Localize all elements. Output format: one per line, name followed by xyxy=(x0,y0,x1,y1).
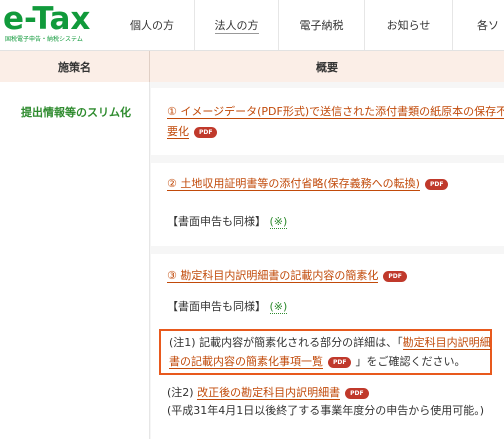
note2-line-2: (平成31年4月1日以後終了する事業年度分の申告から使用可能。) xyxy=(167,402,484,419)
asterisk-link[interactable]: (※) xyxy=(269,300,288,314)
nav-individual[interactable]: 個人の方 xyxy=(110,0,194,50)
measure-name-cell: 提出情報等のスリム化 xyxy=(0,82,150,439)
highlight-box: (注1) 記載内容が簡素化される部分の詳細は、「勘定科目内訳明細 書の記載内容の… xyxy=(159,329,492,375)
nav-label: 各ソ xyxy=(477,19,499,32)
note1-line-1: (注1) 記載内容が簡素化される部分の詳細は、「勘定科目内訳明細 xyxy=(169,334,491,351)
note1-line-2: 書の記載内容の簡素化事項一覧 PDF 」をご確認ください。 xyxy=(169,353,465,370)
overview-item-2: ② 土地収用証明書等の添付省略(保存義務への転換) PDF 【書面申告も同様】 (… xyxy=(151,163,504,246)
etax-logo[interactable]: e-Tax 国税電子申告・納税システム xyxy=(3,1,113,47)
simplification-list-link-cont[interactable]: 書の記載内容の簡素化事項一覧 xyxy=(169,355,323,369)
item-2-line-1: ② 土地収用証明書等の添付省略(保存義務への転換) PDF xyxy=(167,175,449,192)
item-2-note: 【書面申告も同様】 (※) xyxy=(167,213,288,230)
nav-various[interactable]: 各ソ xyxy=(452,0,504,50)
pdf-badge[interactable]: PDF xyxy=(383,270,407,282)
table-header-row: 施策名 概要 xyxy=(0,51,504,83)
pdf-badge[interactable]: PDF xyxy=(194,126,218,138)
nav-news[interactable]: お知らせ xyxy=(364,0,452,50)
written-filing-note: 【書面申告も同様】 xyxy=(167,215,266,228)
pdf-badge[interactable]: PDF xyxy=(424,178,449,190)
item-1-line-2: 要化 PDF xyxy=(167,123,218,140)
pdf-badge[interactable]: PDF xyxy=(345,387,369,399)
item-3-link[interactable]: ③ 勘定科目内訳明細書の記載内容の簡素化 xyxy=(167,269,379,283)
overview-cell: ① イメージデータ(PDF形式)で送信された添付書類の紙原本の保存不 要化 PDF… xyxy=(150,82,504,439)
measure-name: 提出情報等のスリム化 xyxy=(21,106,131,119)
site-header: e-Tax 国税電子申告・納税システム 個人の方 法人の方 電子納税 お知らせ … xyxy=(0,0,504,51)
pdf-badge[interactable]: PDF xyxy=(328,356,352,368)
col-header-overview: 概要 xyxy=(316,60,338,74)
note2-prefix: (注2) xyxy=(167,386,198,399)
logo-subtitle: 国税電子申告・納税システム xyxy=(5,36,83,43)
nav-label: 電子納税 xyxy=(299,19,344,32)
revised-statement-link[interactable]: 改正後の勘定科目内訳明細書 xyxy=(197,386,341,400)
item-1-line-1: ① イメージデータ(PDF形式)で送信された添付書類の紙原本の保存不 xyxy=(167,103,504,120)
note1-text: (注1) 記載内容が簡素化される部分の詳細は、「 xyxy=(169,336,403,349)
nav-corporate[interactable]: 法人の方 xyxy=(194,0,278,50)
nav-e-payment[interactable]: 電子納税 xyxy=(278,0,364,50)
global-nav: 個人の方 法人の方 電子納税 お知らせ 各ソ xyxy=(110,0,504,50)
note2-sub: (平成31年4月1日以後終了する事業年度分の申告から使用可能。) xyxy=(167,404,485,417)
simplification-list-link[interactable]: 勘定科目内訳明細 xyxy=(402,336,491,350)
nav-label: 法人の方 xyxy=(214,18,259,34)
item-1-link-cont[interactable]: 要化 xyxy=(167,125,189,139)
logo-title: e-Tax xyxy=(3,1,91,37)
nav-label: お知らせ xyxy=(386,19,431,32)
note2-line-1: (注2) 改正後の勘定科目内訳明細書 PDF xyxy=(167,384,369,401)
overview-item-3: ③ 勘定科目内訳明細書の記載内容の簡素化 PDF 【書面申告も同様】 (※) (注… xyxy=(151,254,504,439)
nav-label: 個人の方 xyxy=(130,19,174,32)
overview-item-1: ① イメージデータ(PDF形式)で送信された添付書類の紙原本の保存不 要化 PDF xyxy=(151,88,504,155)
item-1-link[interactable]: ① イメージデータ(PDF形式)で送信された添付書類の紙原本の保存不 xyxy=(167,105,504,119)
written-filing-note: 【書面申告も同様】 xyxy=(167,300,266,313)
note1-text-end: 」をご確認ください。 xyxy=(355,355,466,368)
item-2-link[interactable]: ② 土地収用証明書等の添付省略(保存義務への転換) xyxy=(167,177,420,191)
item-3-line-1: ③ 勘定科目内訳明細書の記載内容の簡素化 PDF xyxy=(167,267,407,284)
item-3-note: 【書面申告も同様】 (※) xyxy=(167,298,288,315)
col-header-measure: 施策名 xyxy=(0,51,150,82)
asterisk-link[interactable]: (※) xyxy=(269,215,288,229)
